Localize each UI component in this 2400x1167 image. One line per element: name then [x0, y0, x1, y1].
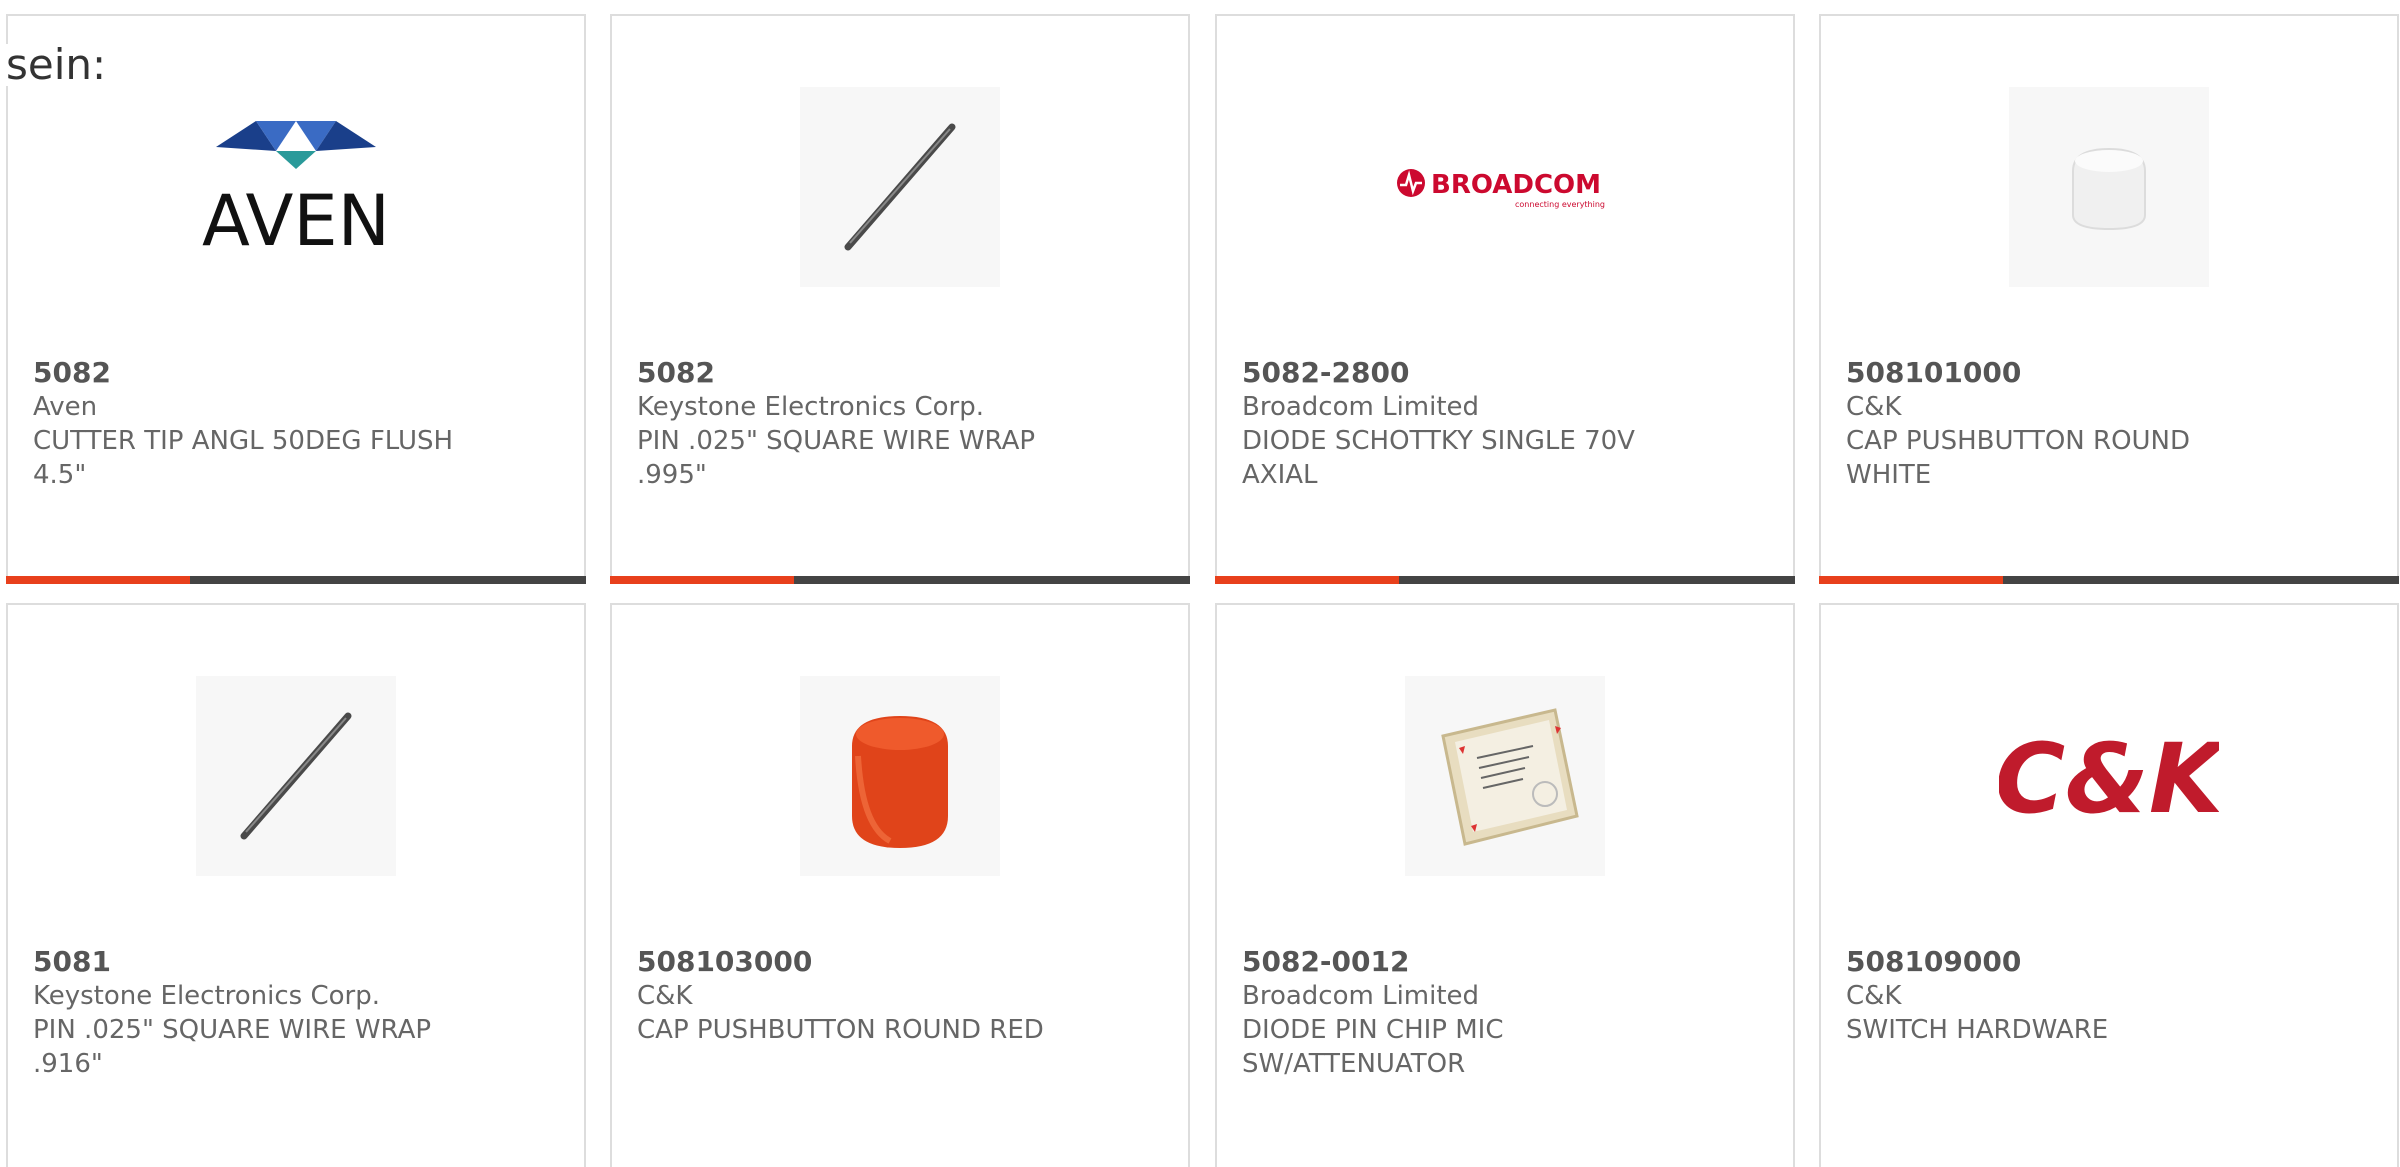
product-card[interactable]: AVEN 5082 Aven CUTTER TIP ANGL 50DEG FLU…: [6, 14, 586, 584]
wire-pin-icon: [844, 123, 956, 251]
product-image[interactable]: [1821, 72, 2397, 302]
svg-text:AVEN: AVEN: [202, 180, 390, 262]
card-bar-accent: [1215, 576, 1399, 584]
wire-pin-icon: [240, 712, 352, 840]
svg-text:connecting everything: connecting everything: [1515, 200, 1605, 209]
manufacturer: Keystone Electronics Corp.: [637, 392, 985, 422]
product-grid-page: sein: AVEN 5082 Aven CUTTER TIP ANGL 50D…: [0, 0, 2400, 1167]
description-line: .995": [637, 460, 707, 490]
part-number[interactable]: 5081: [33, 945, 473, 979]
manufacturer: Keystone Electronics Corp.: [33, 981, 381, 1011]
aven-logo-icon: AVEN: [202, 121, 390, 262]
product-image[interactable]: [612, 72, 1188, 302]
card-bar-accent: [6, 576, 190, 584]
manufacturer: Broadcom Limited: [1242, 981, 1480, 1011]
description-line: CUTTER TIP ANGL 50DEG FLUSH: [33, 426, 454, 456]
svg-text:BROADCOM: BROADCOM: [1431, 170, 1601, 200]
prefix-text: sein:: [6, 40, 107, 89]
chip-package-icon: [1441, 708, 1579, 846]
description-line: SWITCH HARDWARE: [1846, 1015, 2109, 1045]
description-line: DIODE PIN CHIP MIC: [1242, 1015, 1504, 1045]
product-card[interactable]: 508101000 C&K CAP PUSHBUTTON ROUND WHITE: [1819, 14, 2399, 584]
svg-text:C&K: C&K: [1999, 723, 2219, 835]
manufacturer: C&K: [637, 981, 693, 1011]
manufacturer: Broadcom Limited: [1242, 392, 1480, 422]
manufacturer: Aven: [33, 392, 98, 422]
product-card[interactable]: BROADCOM connecting everything 5082-2800…: [1215, 14, 1795, 584]
product-card[interactable]: 5082 Keystone Electronics Corp. PIN .025…: [610, 14, 1190, 584]
part-number[interactable]: 508109000: [1846, 945, 2286, 979]
product-card[interactable]: 5081 Keystone Electronics Corp. PIN .025…: [6, 603, 586, 1167]
description-line: PIN .025" SQUARE WIRE WRAP: [637, 426, 1036, 456]
product-image[interactable]: BROADCOM connecting everything: [1217, 72, 1793, 302]
product-card[interactable]: 508103000 C&K CAP PUSHBUTTON ROUND RED: [610, 603, 1190, 1167]
description-line: AXIAL: [1242, 460, 1318, 490]
description-line: CAP PUSHBUTTON ROUND RED: [637, 1015, 1044, 1045]
description-line: .916": [33, 1049, 103, 1079]
product-image[interactable]: [1217, 661, 1793, 891]
card-bar-accent: [1819, 576, 2003, 584]
part-number[interactable]: 508103000: [637, 945, 1077, 979]
product-image[interactable]: C&K: [1821, 661, 2397, 891]
manufacturer: C&K: [1846, 981, 1902, 1011]
manufacturer: C&K: [1846, 392, 1902, 422]
part-number[interactable]: 5082: [637, 356, 1077, 390]
description-line: PIN .025" SQUARE WIRE WRAP: [33, 1015, 432, 1045]
description-line: DIODE SCHOTTKY SINGLE 70V: [1242, 426, 1635, 456]
red-cap-icon: [852, 716, 948, 848]
product-card[interactable]: 5082-0012 Broadcom Limited DIODE PIN CHI…: [1215, 603, 1795, 1167]
card-bar: [6, 576, 586, 584]
ck-logo-icon: C&K: [1999, 723, 2219, 835]
product-image[interactable]: [8, 661, 584, 891]
description-line: 4.5": [33, 460, 87, 490]
part-number[interactable]: 5082: [33, 356, 473, 390]
description-line: CAP PUSHBUTTON ROUND: [1846, 426, 2191, 456]
white-cap-icon: [2072, 147, 2146, 231]
card-bar: [1819, 576, 2399, 584]
description-line: SW/ATTENUATOR: [1242, 1049, 1466, 1079]
part-number[interactable]: 5082-2800: [1242, 356, 1682, 390]
product-image[interactable]: [612, 661, 1188, 891]
product-card[interactable]: C&K 508109000 C&K SWITCH HARDWARE: [1819, 603, 2399, 1167]
card-bar: [610, 576, 1190, 584]
card-bar: [1215, 576, 1795, 584]
card-bar-accent: [610, 576, 794, 584]
description-line: WHITE: [1846, 460, 1932, 490]
part-number[interactable]: 508101000: [1846, 356, 2286, 390]
product-image[interactable]: AVEN: [8, 72, 584, 302]
broadcom-logo-icon: BROADCOM connecting everything: [1397, 169, 1605, 209]
part-number[interactable]: 5082-0012: [1242, 945, 1682, 979]
